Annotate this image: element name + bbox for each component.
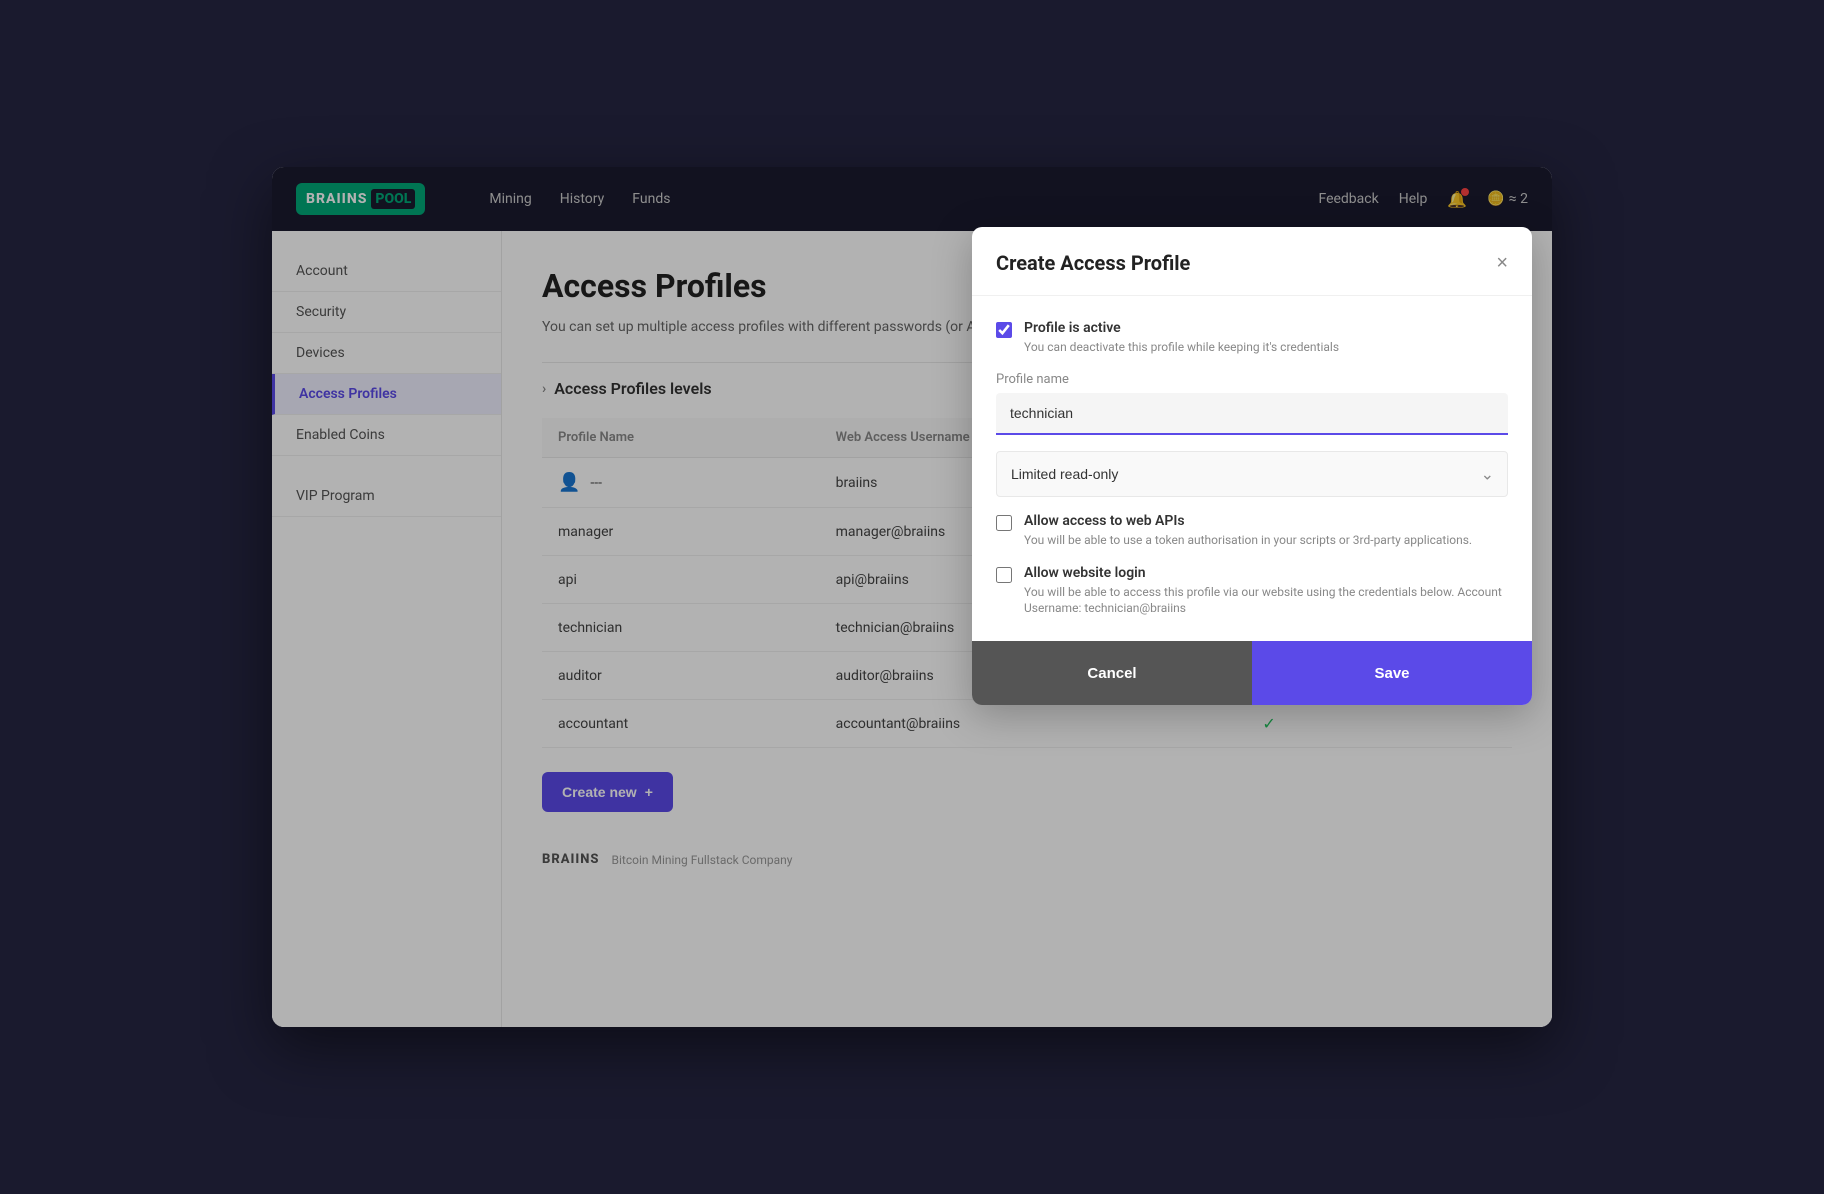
profile-active-checkbox[interactable]: [996, 322, 1012, 338]
allow-web-api-label: Allow access to web APIs: [1024, 513, 1472, 529]
access-level-select[interactable]: Limited read-only Read-only Full access …: [996, 451, 1508, 497]
profile-active-row: Profile is active You can deactivate thi…: [996, 320, 1508, 356]
profile-name-input[interactable]: [996, 393, 1508, 435]
allow-website-login-checkbox[interactable]: [996, 567, 1012, 583]
allow-web-api-checkbox[interactable]: [996, 515, 1012, 531]
modal-overlay: Create Access Profile × Profile is activ…: [272, 167, 1552, 1027]
modal-title: Create Access Profile: [996, 251, 1190, 275]
modal-close-button[interactable]: ×: [1496, 253, 1508, 273]
allow-web-api-row: Allow access to web APIs You will be abl…: [996, 513, 1508, 549]
allow-website-login-row: Allow website login You will be able to …: [996, 565, 1508, 618]
profile-name-field: Profile name: [996, 372, 1508, 435]
allow-web-api-desc: You will be able to use a token authoris…: [1024, 532, 1472, 549]
access-level-wrapper: Limited read-only Read-only Full access …: [996, 451, 1508, 497]
modal-footer: Cancel Save: [972, 641, 1532, 705]
cancel-button[interactable]: Cancel: [972, 641, 1252, 705]
allow-website-login-label: Allow website login: [1024, 565, 1508, 581]
create-access-profile-modal: Create Access Profile × Profile is activ…: [972, 227, 1532, 705]
profile-active-label: Profile is active: [1024, 320, 1339, 336]
profile-active-desc: You can deactivate this profile while ke…: [1024, 339, 1339, 356]
profile-name-label: Profile name: [996, 372, 1508, 387]
allow-website-login-desc: You will be able to access this profile …: [1024, 584, 1508, 618]
app-window: BRAIINS POOL Mining History Funds Feedba…: [272, 167, 1552, 1027]
modal-header: Create Access Profile ×: [972, 227, 1532, 296]
save-button[interactable]: Save: [1252, 641, 1532, 705]
modal-body: Profile is active You can deactivate thi…: [972, 296, 1532, 641]
